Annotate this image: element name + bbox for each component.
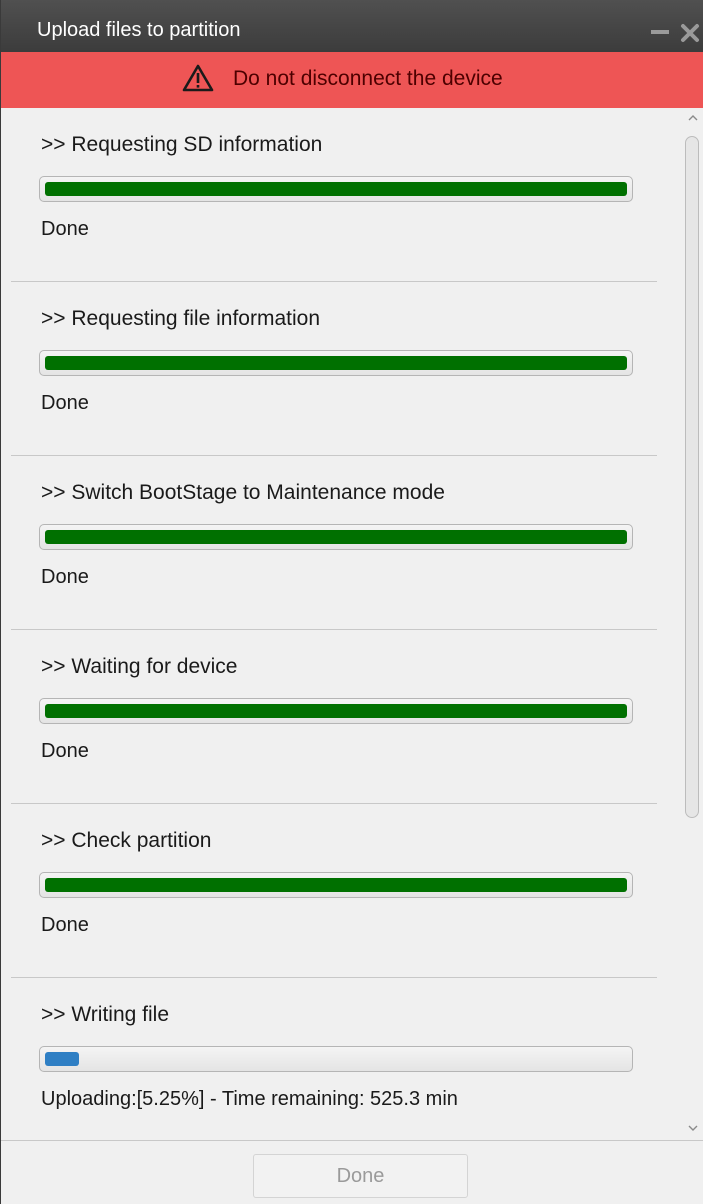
scroll-down-arrow-icon[interactable]	[687, 1122, 699, 1134]
step-title: >> Check partition	[41, 829, 212, 852]
upload-dialog: Upload files to partition Do not disconn…	[0, 0, 703, 1204]
step-status: Done	[41, 914, 89, 936]
step-status: Done	[41, 218, 89, 240]
done-button[interactable]: Done	[253, 1154, 468, 1198]
step-title: >> Writing file	[41, 1003, 169, 1026]
step-progress-bar	[39, 350, 633, 376]
step-progress-fill	[45, 356, 627, 370]
steps-list: >> Requesting SD information Done >> Req…	[1, 108, 703, 1140]
step-status: Done	[41, 740, 89, 762]
minimize-button[interactable]	[651, 30, 669, 34]
step-progress-fill	[45, 704, 627, 718]
title-bar[interactable]: Upload files to partition	[1, 0, 703, 52]
step-progress-bar	[39, 176, 633, 202]
step-progress-fill	[45, 182, 627, 196]
step-requesting-sd-information: >> Requesting SD information Done	[1, 108, 657, 282]
step-waiting-for-device: >> Waiting for device Done	[1, 630, 657, 804]
vertical-scrollbar[interactable]	[681, 108, 703, 1140]
step-progress-fill	[45, 1052, 79, 1066]
warning-triangle-icon	[182, 64, 214, 92]
step-title: >> Switch BootStage to Maintenance mode	[41, 481, 445, 504]
dialog-footer: Done	[1, 1140, 703, 1204]
window-title: Upload files to partition	[37, 19, 241, 41]
step-progress-fill	[45, 530, 627, 544]
step-progress-bar	[39, 1046, 633, 1072]
step-progress-fill	[45, 878, 627, 892]
scroll-up-arrow-icon[interactable]	[687, 112, 699, 124]
close-icon	[681, 24, 699, 42]
step-progress-bar	[39, 698, 633, 724]
step-status: Uploading:[5.25%] - Time remaining: 525.…	[41, 1088, 458, 1110]
step-check-partition: >> Check partition Done	[1, 804, 657, 978]
scrollbar-thumb[interactable]	[685, 136, 699, 818]
step-switch-bootstage: >> Switch BootStage to Maintenance mode …	[1, 456, 657, 630]
step-requesting-file-information: >> Requesting file information Done	[1, 282, 657, 456]
step-title: >> Waiting for device	[41, 655, 238, 678]
step-status: Done	[41, 566, 89, 588]
warning-text: Do not disconnect the device	[233, 67, 503, 90]
step-title: >> Requesting SD information	[41, 133, 323, 156]
step-progress-bar	[39, 524, 633, 550]
step-status: Done	[41, 392, 89, 414]
step-writing-file: >> Writing file Uploading:[5.25%] - Time…	[1, 978, 657, 1140]
step-progress-bar	[39, 872, 633, 898]
step-title: >> Requesting file information	[41, 307, 320, 330]
close-button[interactable]	[679, 18, 703, 44]
warning-banner: Do not disconnect the device	[1, 52, 703, 108]
